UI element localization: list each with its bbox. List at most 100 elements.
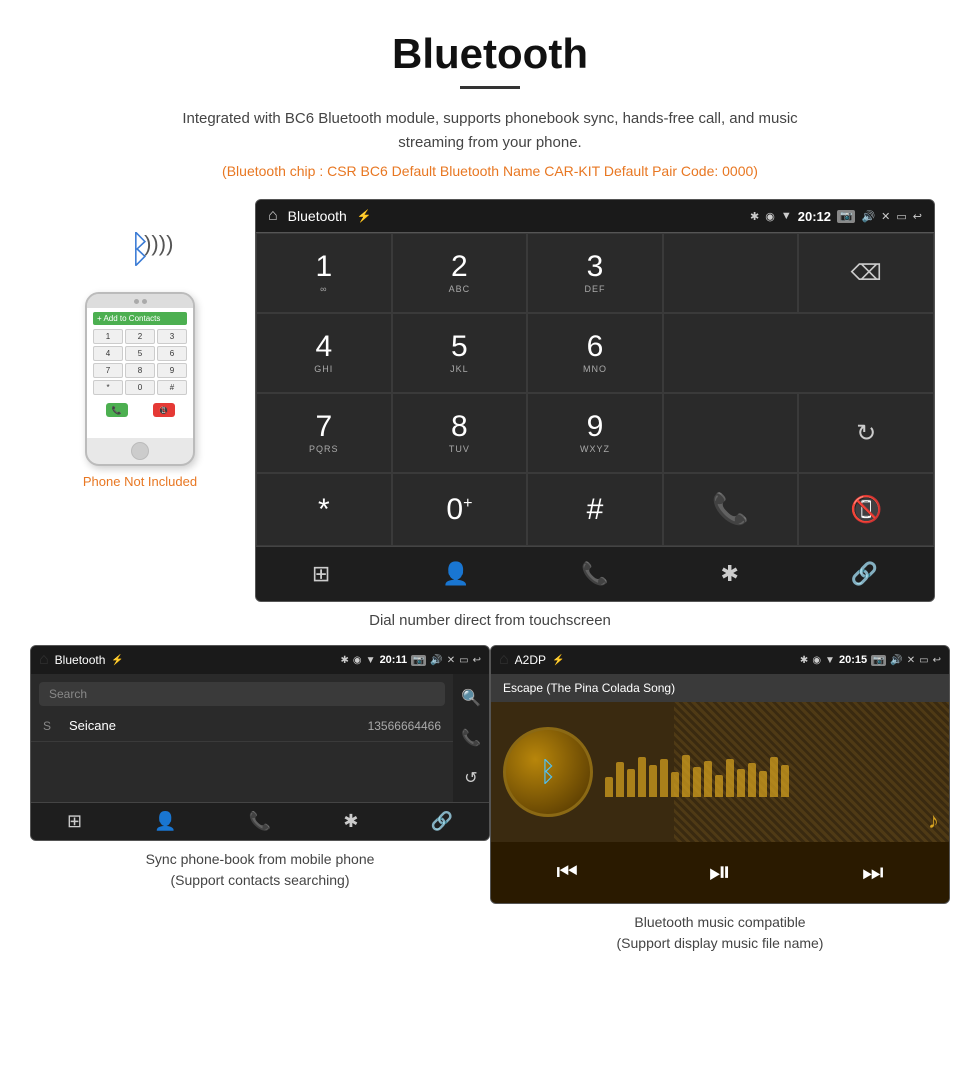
nav-link-icon[interactable]: 🔗: [839, 557, 890, 591]
nav-bluetooth-icon[interactable]: ✱: [708, 557, 750, 591]
nav-grid-icon[interactable]: ⊞: [300, 557, 342, 591]
phone-home-button: [131, 442, 149, 460]
mini-key-7: 7: [93, 363, 123, 378]
pb-home-icon[interactable]: ⌂: [39, 651, 49, 669]
mini-key-2: 2: [125, 329, 155, 344]
pb-search-bar[interactable]: Search: [39, 682, 445, 706]
music-next-btn[interactable]: ⏭: [862, 859, 884, 887]
nav-phone-icon[interactable]: 📞: [569, 557, 620, 591]
mini-key-hash: #: [157, 380, 187, 395]
music-window-icon: ▭: [919, 655, 928, 666]
dial-screen-title: Bluetooth: [288, 208, 347, 224]
dial-refresh[interactable]: ↻: [798, 393, 934, 473]
dial-key-1[interactable]: 1 ∞: [256, 233, 392, 313]
phone-illustration: ᛒ )))) + Add to Contacts 1 2 3 4 5 6 7: [45, 199, 235, 489]
dial-key-7[interactable]: 7 PQRS: [256, 393, 392, 473]
mini-key-1: 1: [93, 329, 123, 344]
pb-contact-letter: S: [43, 719, 59, 733]
pb-content-wrap: Search S Seicane 13566664466 🔍 📞 ↺: [31, 674, 489, 802]
pb-status-bar: ⌂ Bluetooth ⚡ ✱ ◉ ▼ 20:11 📷 🔊 ✕ ▭ ↩: [31, 646, 489, 674]
phone-top-bar: [87, 294, 193, 308]
mini-key-9: 9: [157, 363, 187, 378]
mini-key-5: 5: [125, 346, 155, 361]
pb-call-icon[interactable]: 📞: [461, 722, 481, 754]
pb-cam-icon: 📷: [411, 655, 426, 666]
pb-nav-bt[interactable]: ✱: [343, 811, 358, 832]
usb-icon: ⚡: [357, 209, 372, 223]
volume-icon: 🔊: [861, 210, 875, 223]
music-caption: Bluetooth music compatible(Support displ…: [490, 912, 950, 954]
music-screen-title: A2DP: [515, 653, 546, 667]
pb-nav-grid[interactable]: ⊞: [67, 811, 82, 832]
dial-key-4[interactable]: 4 GHI: [256, 313, 392, 393]
dial-key-8[interactable]: 8 TUV: [392, 393, 528, 473]
music-song-title: Escape (The Pina Colada Song): [503, 681, 675, 695]
dial-screen: ⌂ Bluetooth ⚡ ✱ ◉ ▼ 20:12 📷 🔊 ✕ ▭ ↩ 1 ∞: [255, 199, 935, 602]
signal-waves-icon: )))): [144, 231, 173, 257]
dial-call-green[interactable]: 📞: [663, 473, 799, 546]
music-song-bar: Escape (The Pina Colada Song): [491, 674, 949, 702]
mini-key-4: 4: [93, 346, 123, 361]
music-bt-symbol: ᛒ: [540, 756, 557, 788]
bluetooth-signal-graphic: ᛒ )))): [129, 229, 152, 272]
dial-key-2[interactable]: 2 ABC: [392, 233, 528, 313]
dial-key-5[interactable]: 5 JKL: [392, 313, 528, 393]
pb-back-icon: ↩: [473, 655, 481, 666]
phone-camera-dot: [134, 299, 139, 304]
pb-main-content: Search S Seicane 13566664466: [31, 674, 453, 802]
pb-search-placeholder: Search: [49, 687, 87, 701]
home-icon[interactable]: ⌂: [268, 207, 278, 225]
pb-nav-phone[interactable]: 📞: [249, 811, 271, 832]
music-loc-icon: ◉: [812, 655, 821, 666]
dial-key-3[interactable]: 3 DEF: [527, 233, 663, 313]
dial-call-red[interactable]: 📵: [798, 473, 934, 546]
phone-end-btn: 📵: [153, 403, 175, 417]
pb-nav-contacts[interactable]: 👤: [154, 811, 176, 832]
pb-contact-name: Seicane: [69, 718, 368, 733]
music-note-icon: ♪: [928, 808, 939, 834]
phone-add-contact-label: + Add to Contacts: [97, 314, 160, 323]
orange-info-text: (Bluetooth chip : CSR BC6 Default Blueto…: [0, 163, 980, 179]
music-prev-btn[interactable]: ⏮: [556, 859, 578, 887]
pb-search-icon[interactable]: 🔍: [461, 682, 481, 714]
mini-key-8: 8: [125, 363, 155, 378]
music-vol-icon: 🔊: [890, 655, 902, 666]
music-close-icon: ✕: [907, 655, 915, 666]
camera-status-icon: 📷: [837, 210, 855, 223]
mini-key-3: 3: [157, 329, 187, 344]
dial-key-hash[interactable]: #: [527, 473, 663, 546]
nav-contacts-icon[interactable]: 👤: [430, 557, 481, 591]
dial-key-9[interactable]: 9 WXYZ: [527, 393, 663, 473]
music-status-right: ✱ ◉ ▼ 20:15 📷 🔊 ✕ ▭ ↩: [800, 654, 941, 666]
music-play-pause-btn[interactable]: ⏯: [709, 856, 731, 889]
pb-contact-row[interactable]: S Seicane 13566664466: [31, 710, 453, 742]
status-bar-left: ⌂ Bluetooth ⚡: [268, 207, 372, 225]
back-icon: ↩: [913, 210, 922, 223]
main-section: ᛒ )))) + Add to Contacts 1 2 3 4 5 6 7: [0, 199, 980, 602]
music-home-icon[interactable]: ⌂: [499, 651, 509, 669]
dial-empty-2: [663, 313, 934, 393]
dial-key-6[interactable]: 6 MNO: [527, 313, 663, 393]
music-sig-icon: ▼: [825, 655, 835, 666]
phone-screen: + Add to Contacts 1 2 3 4 5 6 7 8 9 * 0 …: [87, 308, 193, 438]
pb-refresh-icon[interactable]: ↺: [464, 762, 477, 794]
pb-caption: Sync phone-book from mobile phone(Suppor…: [30, 849, 490, 891]
dial-key-0[interactable]: 0+: [392, 473, 528, 546]
dial-backspace[interactable]: ⌫: [798, 233, 934, 313]
pb-bt-icon: ✱: [341, 655, 349, 666]
pb-vol-icon: 🔊: [430, 655, 442, 666]
music-bt-icon: ✱: [800, 655, 808, 666]
music-album-art: ᛒ: [503, 727, 593, 817]
status-time: 20:12: [798, 209, 831, 224]
phone-call-btn: 📞: [106, 403, 128, 417]
pb-side-icons: 🔍 📞 ↺: [453, 674, 489, 802]
pb-sig-icon: ▼: [366, 655, 376, 666]
dial-key-star[interactable]: *: [256, 473, 392, 546]
dial-bottom-nav: ⊞ 👤 📞 ✱ 🔗: [256, 546, 934, 601]
music-artwork-area: ᛒ ♪: [491, 702, 949, 842]
pb-nav-link[interactable]: 🔗: [431, 811, 453, 832]
pb-window-icon: ▭: [459, 655, 468, 666]
pb-loc-icon: ◉: [353, 655, 362, 666]
pb-bottom-nav: ⊞ 👤 📞 ✱ 🔗: [31, 802, 489, 840]
bt-status-icon: ✱: [750, 210, 759, 223]
